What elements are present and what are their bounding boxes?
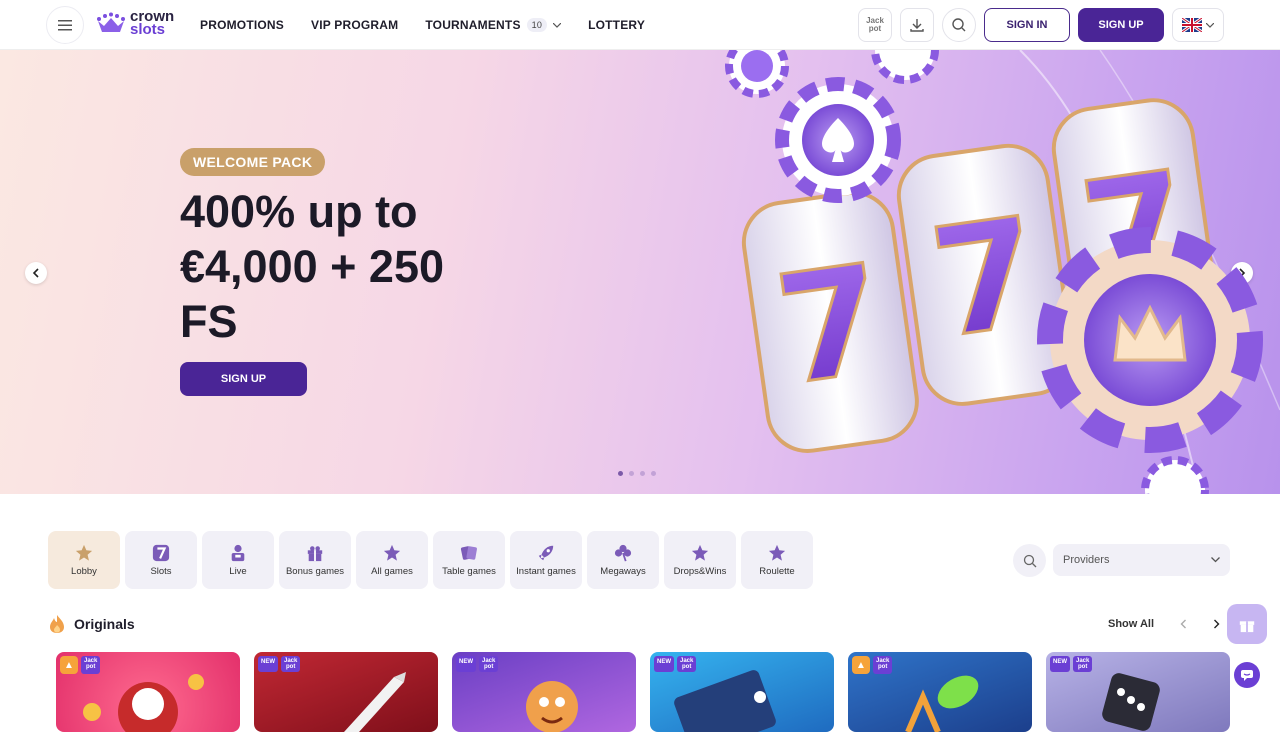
show-all-link[interactable]: Show All xyxy=(1108,618,1154,630)
jackpot-tag: Jack pot xyxy=(677,656,697,672)
chevron-down-icon xyxy=(1206,22,1214,28)
crownslots-logo[interactable]: crown slots xyxy=(96,9,174,37)
nav-lottery[interactable]: LOTTERY xyxy=(588,18,645,32)
providers-label: Providers xyxy=(1063,554,1110,566)
game-card[interactable]: NEW Jack pot xyxy=(1046,652,1230,732)
originals-heading: Originals xyxy=(48,614,135,634)
category-instant-games[interactable]: Instant games xyxy=(510,531,582,589)
carousel-dot[interactable] xyxy=(618,471,623,476)
nav-vip-program[interactable]: VIP PROGRAM xyxy=(311,18,398,32)
rocket-icon xyxy=(538,545,554,560)
hero-banner[interactable]: WELCOME PACK 400% up to €4,000 + 250 FS … xyxy=(0,50,1280,494)
star-icon xyxy=(768,544,786,561)
flame-icon xyxy=(50,615,64,633)
chevron-left-icon xyxy=(32,268,39,278)
game-card[interactable]: ▲ Jack pot xyxy=(848,652,1032,732)
top-header: crown slots PROMOTIONS VIP PROGRAM TOURN… xyxy=(0,0,1280,50)
new-tag: NEW xyxy=(1050,656,1070,672)
main-nav: PROMOTIONS VIP PROGRAM TOURNAMENTS 10 LO… xyxy=(200,0,672,50)
chevron-left-icon xyxy=(1180,619,1186,629)
jackpot-tag: Jack pot xyxy=(81,656,101,674)
gift-icon xyxy=(1239,621,1255,633)
tournaments-count-badge: 10 xyxy=(526,18,548,32)
jackpot-tag: Jack pot xyxy=(1073,656,1093,672)
game-card[interactable]: NEW Jack pot xyxy=(452,652,636,732)
jackpot-tag: Jack pot xyxy=(873,656,893,674)
category-roulette[interactable]: Roulette xyxy=(741,531,813,589)
language-selector[interactable] xyxy=(1172,8,1224,42)
hero-title: 400% up to €4,000 + 250 FS xyxy=(180,186,445,347)
slot-machine-illustration: 7 7 7 xyxy=(725,50,1280,494)
carousel-dot[interactable] xyxy=(651,471,656,476)
sign-up-button[interactable]: SIGN UP xyxy=(1078,8,1164,42)
dealer-icon xyxy=(231,544,245,561)
new-tag: NEW xyxy=(654,656,674,672)
jackpot-button[interactable]: Jack pot xyxy=(858,8,892,42)
category-table-games[interactable]: Table games xyxy=(433,531,505,589)
chevron-right-icon xyxy=(1213,619,1219,629)
game-card[interactable]: ▲ Jack pot xyxy=(56,652,240,732)
carousel-dot[interactable] xyxy=(629,471,634,476)
category-drops-wins[interactable]: Drops&Wins xyxy=(664,531,736,589)
originals-next-button[interactable] xyxy=(1204,612,1228,636)
seven-icon xyxy=(152,544,170,561)
originals-title: Originals xyxy=(74,616,135,632)
category-megaways[interactable]: Megaways xyxy=(587,531,659,589)
star-icon xyxy=(691,544,709,561)
carousel-dots[interactable] xyxy=(618,471,656,476)
category-slots[interactable]: Slots xyxy=(125,531,197,589)
nav-tournaments[interactable]: TOURNAMENTS 10 xyxy=(425,18,562,32)
nav-promotions[interactable]: PROMOTIONS xyxy=(200,18,284,32)
category-all-games[interactable]: All games xyxy=(356,531,428,589)
game-search-button[interactable] xyxy=(1013,544,1046,577)
bonus-gift-button[interactable] xyxy=(1227,604,1267,644)
search-button[interactable] xyxy=(942,8,976,42)
chat-icon xyxy=(1241,670,1253,681)
providers-dropdown[interactable]: Providers xyxy=(1053,544,1230,576)
star-icon xyxy=(75,544,93,561)
category-live[interactable]: Live xyxy=(202,531,274,589)
search-icon xyxy=(952,18,966,32)
carousel-dot[interactable] xyxy=(640,471,645,476)
game-card[interactable]: NEW Jack pot xyxy=(650,652,834,732)
chevron-down-icon xyxy=(553,22,562,28)
hot-tag: ▲ xyxy=(852,656,870,674)
game-categories: Lobby Slots Live Bonus games All games T… xyxy=(48,531,813,589)
hero-prev-button[interactable] xyxy=(25,262,47,284)
welcome-pack-badge: WELCOME PACK xyxy=(180,148,326,176)
menu-icon xyxy=(58,20,72,31)
gift-icon xyxy=(307,545,323,561)
uk-flag-icon xyxy=(1182,18,1202,32)
chevron-down-icon xyxy=(1211,557,1220,563)
hot-tag: ▲ xyxy=(60,656,78,674)
star-icon xyxy=(383,544,401,561)
new-tag: NEW xyxy=(456,656,476,672)
originals-prev-button[interactable] xyxy=(1171,612,1195,636)
new-tag: NEW xyxy=(258,656,278,672)
cards-icon xyxy=(460,545,477,560)
support-chat-button[interactable] xyxy=(1234,662,1260,688)
hero-sign-up-button[interactable]: SIGN UP xyxy=(180,362,307,396)
jackpot-icon: Jack pot xyxy=(866,16,884,33)
download-button[interactable] xyxy=(900,8,934,42)
jackpot-tag: Jack pot xyxy=(479,656,499,672)
search-icon xyxy=(1023,554,1036,567)
jackpot-tag: Jack pot xyxy=(281,656,301,672)
download-icon xyxy=(910,19,924,32)
hamburger-menu-button[interactable] xyxy=(46,6,84,44)
game-card[interactable]: NEW Jack pot xyxy=(254,652,438,732)
clover-icon xyxy=(614,544,632,561)
category-lobby[interactable]: Lobby xyxy=(48,531,120,589)
originals-games-row: ▲ Jack pot NEW Jack pot NEW Jack pot NEW Jack po… xyxy=(56,652,1230,732)
sign-in-button[interactable]: SIGN IN xyxy=(984,8,1070,42)
category-bonus-games[interactable]: Bonus games xyxy=(279,531,351,589)
crown-logo-icon xyxy=(97,12,125,32)
